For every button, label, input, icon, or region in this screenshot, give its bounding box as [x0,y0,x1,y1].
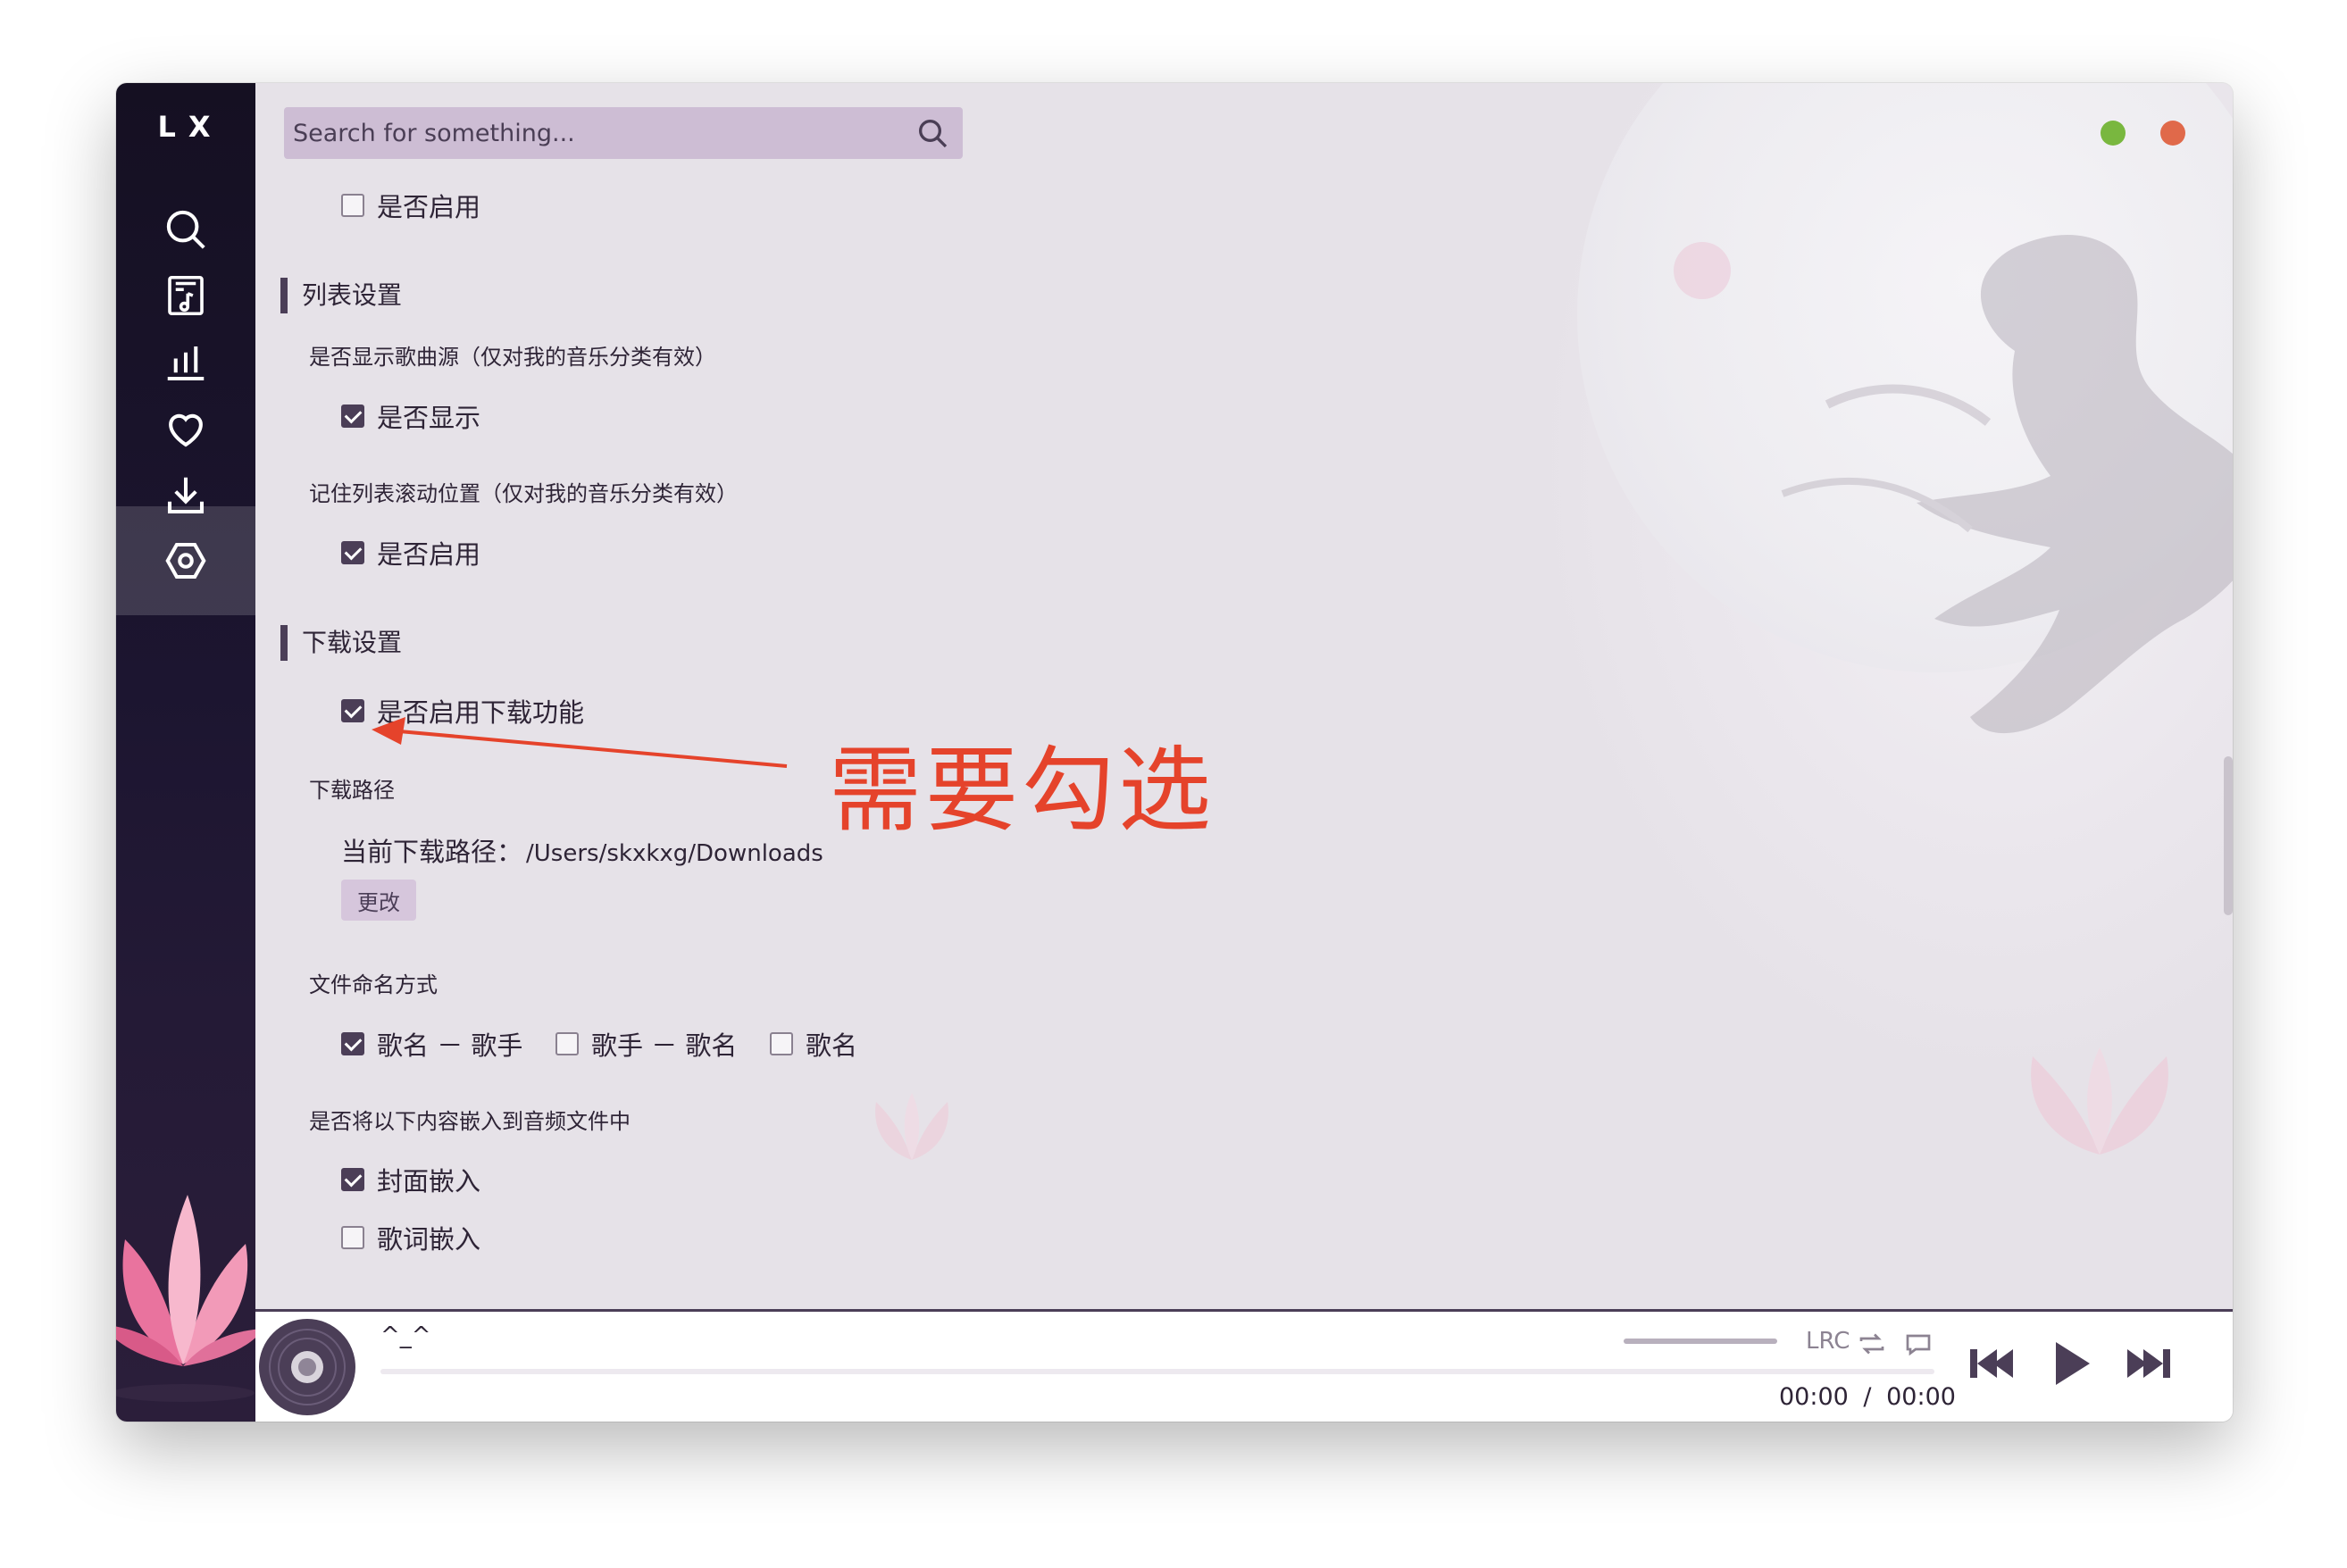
player-bar: ^_^ LRC 00:00 / 00:00 [255,1309,2233,1422]
fairy-silhouette-image [1674,235,2233,734]
time-separator: / [1863,1383,1872,1411]
section-title-download: 下载设置 [280,625,402,661]
sidebar-item-settings[interactable] [116,506,255,615]
previous-track-icon[interactable] [1965,1335,2022,1392]
radio-naming-song-singer[interactable]: 歌名 － 歌手 [341,1025,522,1063]
setting-label-remember-scroll: 记住列表滚动位置（仅对我的音乐分类有效） [309,481,738,506]
setting-label-download-path: 下载路径 [309,778,395,803]
checkbox-label: 是否启用 [377,192,481,222]
checkbox-label: 歌手 － 歌名 [591,1030,738,1061]
setting-label-show-source: 是否显示歌曲源（仅对我的音乐分类有效） [309,345,716,370]
search-bar[interactable]: Search for something... [284,107,963,159]
play-icon[interactable] [2042,1335,2099,1392]
search-input[interactable]: Search for something... [293,120,915,147]
settings-icon [165,542,206,580]
checkbox-label: 封面嵌入 [377,1166,481,1197]
checkbox-label: 是否启用 [377,539,481,570]
radio-naming-singer-song[interactable]: 歌手 － 歌名 [555,1025,737,1063]
search-icon[interactable] [915,115,950,151]
checkbox-box[interactable] [341,1226,364,1249]
lotus-background-image-2 [2031,1047,2168,1155]
download-path-value: /Users/skxkxg/Downloads [526,840,823,867]
app-window: LX Search for something... 是否启用 列表设置 是否显… [116,83,2233,1422]
time-current: 00:00 [1779,1383,1849,1411]
time-total: 00:00 [1886,1383,1956,1411]
checkbox-show-source[interactable]: 是否显示 [341,397,480,435]
scrollbar[interactable] [2224,187,2233,915]
checkbox-box[interactable] [341,1168,364,1191]
checkbox-embed-lyrics[interactable]: 歌词嵌入 [341,1219,480,1256]
lrc-toggle[interactable]: LRC [1806,1328,1850,1355]
radio-naming-song[interactable]: 歌名 [770,1025,857,1063]
volume-slider[interactable] [1624,1339,1777,1344]
next-track-icon[interactable] [2118,1335,2176,1392]
section-title-list: 列表设置 [280,278,402,313]
checkbox-label: 歌词嵌入 [377,1224,481,1255]
album-disc-icon[interactable] [257,1317,357,1417]
checkbox-embed-cover[interactable]: 封面嵌入 [341,1161,480,1198]
download-path-prefix: 当前下载路径： [341,837,523,867]
checkbox-box[interactable] [555,1032,579,1055]
checkbox-box[interactable] [341,1032,364,1055]
progress-bar[interactable] [380,1369,1934,1374]
download-path-line: 当前下载路径：/Users/skxkxg/Downloads [341,831,823,869]
checkbox-box[interactable] [341,194,364,217]
time-display: 00:00 / 00:00 [1779,1383,1956,1411]
checkbox-box[interactable] [770,1032,793,1055]
minimize-button[interactable] [2101,121,2126,146]
checkbox-remember-scroll[interactable]: 是否启用 [341,534,480,571]
checkbox-label: 歌名 [806,1030,858,1061]
repeat-icon[interactable] [1856,1328,1888,1360]
comment-icon[interactable] [1902,1328,1934,1360]
setting-label-embed: 是否将以下内容嵌入到音频文件中 [309,1109,631,1134]
setting-label-naming: 文件命名方式 [309,972,438,997]
checkbox-box[interactable] [341,699,364,722]
change-path-button[interactable]: 更改 [341,880,416,921]
annotation-text: 需要勾选 [829,736,1215,845]
scrollbar-thumb[interactable] [2224,756,2233,915]
lotus-decoration [116,1195,263,1402]
checkbox-label: 是否启用下载功能 [377,697,585,728]
checkbox-label: 歌名 － 歌手 [377,1030,523,1061]
song-title: ^_^ [380,1322,431,1349]
checkbox-box[interactable] [341,405,364,428]
checkbox-top-enable[interactable]: 是否启用 [341,187,480,224]
settings-main: Search for something... 是否启用 列表设置 是否显示歌曲… [255,83,2233,1309]
lotus-background-image [875,1093,948,1160]
app-logo: LX [157,110,223,144]
checkbox-label: 是否显示 [377,403,481,433]
sidebar: LX [116,83,263,1422]
close-button[interactable] [2160,121,2185,146]
checkbox-enable-download[interactable]: 是否启用下载功能 [341,692,584,730]
checkbox-box[interactable] [341,541,364,564]
